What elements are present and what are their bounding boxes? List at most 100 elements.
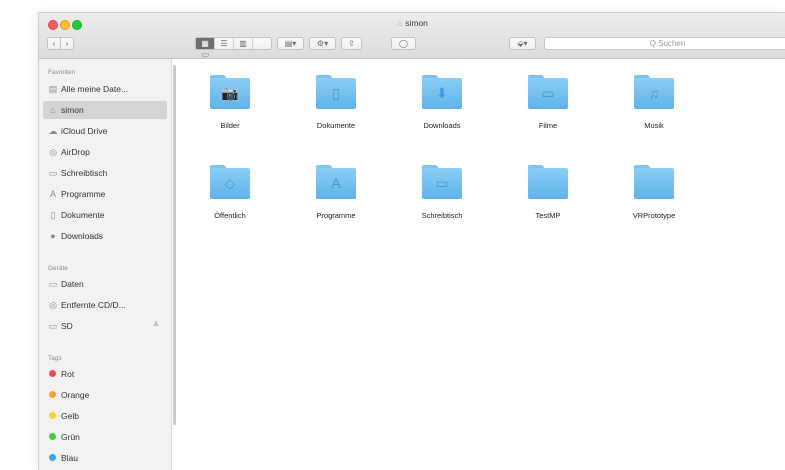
sidebar-item[interactable]: Orange [43,386,167,404]
sidebar-item[interactable]: Gelb [43,407,167,425]
folder-icon: 📷 [210,75,250,109]
forward-button[interactable]: › [60,37,74,50]
folder-label: Dokumente [316,121,356,130]
tags-heading: Tags [48,355,62,362]
sidebar-item[interactable]: ● Downloads [43,227,167,245]
airdrop-icon: ◎ [49,147,57,157]
sidebar-item[interactable]: ▯ Dokumente [43,206,167,224]
folder-icon: ◇ [210,165,250,199]
back-button[interactable]: ‹ [47,37,61,50]
title-bar: ⌂ simon ‹ › ▦ ☰ ▥ ▭ ▤▾ ⚙▾ ⇪ ◯ ⬙▾ Q Suchen [39,13,785,59]
sidebar-item[interactable]: A Programme [43,185,167,203]
folder-icon: ▭ [528,75,568,109]
sidebar-item-label: simon [61,105,84,115]
sidebar-item-label: Gelb [61,411,79,421]
folder-item[interactable]: 📷 Bilder [185,75,275,157]
sd-card-icon: ▭ [48,321,58,331]
sidebar-item[interactable]: ▭ Daten [43,275,167,293]
tag-dot-icon [49,454,56,461]
downloads-icon: ● [50,231,56,241]
home-icon: ⌂ [397,18,403,28]
sidebar-item-label: Grün [61,432,80,442]
column-view-button[interactable]: ▥ [234,38,253,49]
folder-glyph-icon: ▭ [541,85,555,101]
folder-label: Musik [644,121,664,130]
view-mode-control: ▦ ☰ ▥ ▭ [195,37,272,59]
eject-icon[interactable]: ≜ [153,317,159,335]
sidebar-item-label: Daten [61,279,84,289]
folder-item[interactable]: ⬇ Downloads [397,75,487,157]
sidebar-item[interactable]: Blau [43,449,167,467]
sidebar-item-label: Downloads [61,231,104,241]
sidebar-item-label: Dokumente [61,210,105,220]
desktop-icon: ▭ [48,168,58,178]
window-title: ⌂ simon [39,18,785,28]
window-title-text: simon [405,18,428,28]
remote-disc-icon: ◎ [49,300,57,310]
devices-heading: Geräte [48,265,68,272]
folder-item[interactable]: A Programme [291,165,381,247]
icon-view-button[interactable]: ▦ [196,38,215,49]
sidebar-item[interactable]: Rot [43,365,167,383]
sidebar-item-label: Blau [61,453,79,463]
sidebar-item[interactable]: ☁ iCloud Drive [43,122,167,140]
folder-icon: ⬇ [422,75,462,109]
folder-glyph-icon: ▯ [332,85,340,101]
disk-icon: ▭ [48,279,58,289]
sidebar-item[interactable]: ◎ Entfernte CD/D... [43,296,167,314]
folder-glyph-icon: ▭ [435,175,449,191]
share-button[interactable]: ⇪ [341,37,362,50]
search-placeholder: Q Suchen [649,39,686,48]
sidebar-item[interactable]: ▭ Schreibtisch [43,164,167,182]
applications-icon: A [49,189,56,199]
sidebar-item[interactable]: Grün [43,428,167,446]
finder-window: ⌂ simon ‹ › ▦ ☰ ▥ ▭ ▤▾ ⚙▾ ⇪ ◯ ⬙▾ Q Suchen… [38,12,785,470]
sidebar-item-label: Alle meine Date... [61,84,129,94]
folder-item[interactable]: ▭ Schreibtisch [397,165,487,247]
folder-item[interactable]: TestMP [503,165,593,247]
documents-icon: ▯ [50,210,56,220]
tag-dot-icon [49,370,56,377]
folder-item[interactable]: ♫ Musik [609,75,699,157]
sidebar-item-label: Schreibtisch [61,168,108,178]
arrange-button[interactable]: ▤▾ [277,37,304,50]
sidebar-scrollbar[interactable] [173,65,176,425]
folder-label: VRPrototype [632,211,676,220]
folder-item[interactable]: VRPrototype [609,165,699,247]
sidebar-item-label: AirDrop [61,147,90,157]
folder-label: Downloads [423,121,461,130]
sidebar-item-label: SD [61,321,73,331]
sidebar-item[interactable]: ▭ SD ≜ [43,317,167,335]
folder-item[interactable]: ▯ Dokumente [291,75,381,157]
folder-icon [528,165,568,199]
sidebar-item[interactable]: ▤ Alle meine Date... [43,80,167,98]
action-button[interactable]: ⚙▾ [309,37,336,50]
tag-dot-icon [49,412,56,419]
folder-label: Schreibtisch [421,211,463,220]
folder-icon [634,165,674,199]
gallery-view-button[interactable]: ▭ [196,49,215,60]
folder-item[interactable]: ▭ Filme [503,75,593,157]
folder-item[interactable]: ◇ Öffentlich [185,165,275,247]
sidebar-item-label: Orange [61,390,90,400]
sidebar: Favoriten Geräte Tags ▤ Alle meine Date..… [39,59,172,470]
list-view-button[interactable]: ☰ [215,38,234,49]
sidebar-item-label: Rot [61,369,75,379]
tag-dot-icon [49,433,56,440]
tag-dot-icon [49,391,56,398]
sidebar-item[interactable]: ◎ AirDrop [43,143,167,161]
search-field[interactable]: Q Suchen [544,37,785,50]
folder-label: Filme [538,121,558,130]
sidebar-item-label: Programme [61,189,106,199]
sidebar-item[interactable]: ⌂ simon [43,101,167,119]
folder-label: Programme [316,211,356,220]
tag-button[interactable]: ◯ [391,37,416,50]
folder-glyph-icon: 📷 [221,85,239,101]
folder-icon: ▯ [316,75,356,109]
dropbox-button[interactable]: ⬙▾ [509,37,536,50]
home-icon: ⌂ [50,105,56,115]
folder-glyph-icon: ◇ [224,175,236,191]
folder-label: Bilder [220,121,240,130]
folder-glyph-icon: A [331,175,341,191]
all-files-icon: ▤ [48,84,58,94]
